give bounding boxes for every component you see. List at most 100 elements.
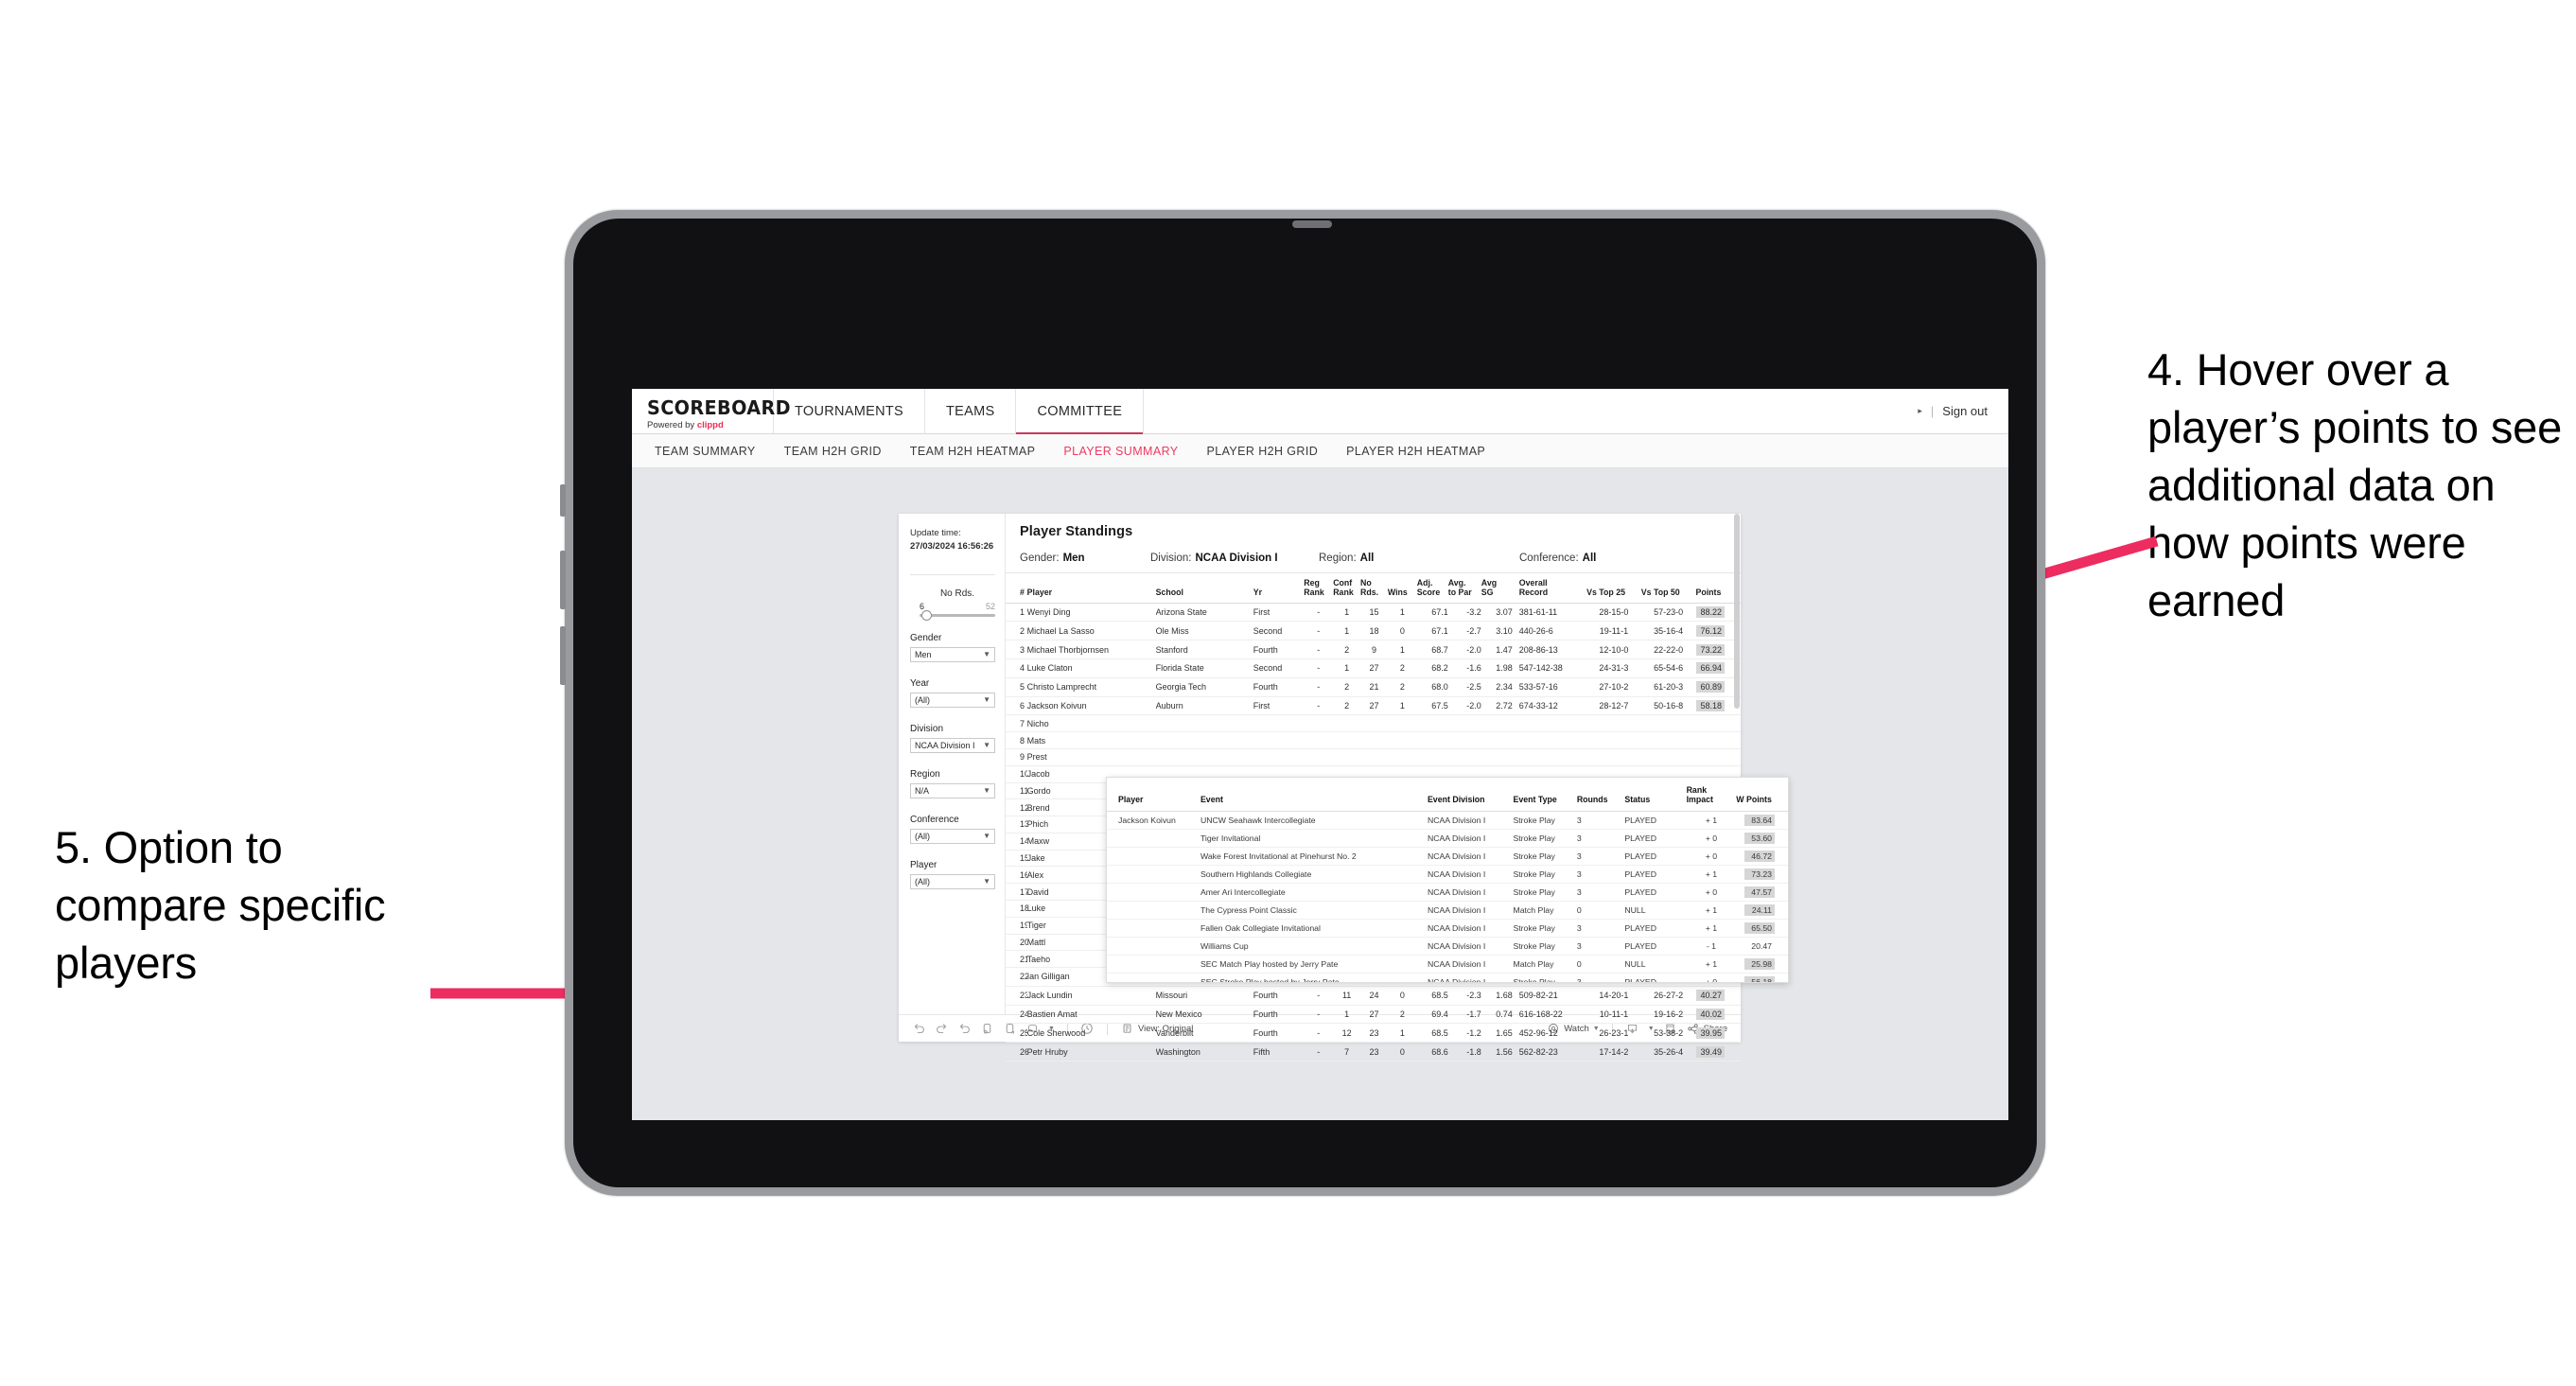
col-vs-top-50[interactable]: Vs Top 50 xyxy=(1640,573,1696,604)
cell-rr xyxy=(1304,748,1334,766)
cell-tooltip-rounds: 0 xyxy=(1576,901,1625,920)
cell-cr: 1 xyxy=(1333,621,1361,641)
cell-atp: -1.8 xyxy=(1447,1042,1481,1061)
cell-num: 23 xyxy=(1006,986,1027,1006)
table-row[interactable]: 6 Jackson Koivun Auburn First -2 27 1 67.5 -2.0 2… xyxy=(1006,696,1741,716)
cell-yr xyxy=(1253,714,1305,733)
table-row[interactable]: 26Petr HrubyWashingtonFifth-723068.6-1.8… xyxy=(1006,1042,1741,1061)
table-row[interactable]: 23Jack LundinMissouriFourth-1124068.5-2.… xyxy=(1006,986,1741,1006)
subnav-item-player-h2h-grid[interactable]: PLAYER H2H GRID xyxy=(1207,445,1319,458)
user-chevron-icon[interactable]: ▸ xyxy=(1918,406,1922,416)
cell-nr xyxy=(1360,731,1388,749)
cell-cr: 12 xyxy=(1333,1023,1361,1044)
cell-yr: Fourth xyxy=(1253,640,1305,660)
cell-tooltip-event: SEC Match Play hosted by Jerry Pate xyxy=(1200,955,1428,974)
col-year[interactable]: Yr xyxy=(1253,573,1305,604)
cell-school: Vanderbilt xyxy=(1155,1023,1253,1044)
cell-t50: 19-16-2 xyxy=(1640,1005,1696,1025)
cell-yr: Fourth xyxy=(1253,986,1305,1006)
col-vs-top-25[interactable]: Vs Top 25 xyxy=(1586,573,1641,604)
col-rec-line2: Record xyxy=(1518,587,1549,597)
col-overall-record[interactable]: Overall Record xyxy=(1512,573,1587,604)
table-vertical-scrollbar[interactable] xyxy=(1734,514,1740,709)
table-row[interactable]: 24Bastien AmatNew MexicoFourth-127269.4-… xyxy=(1006,1005,1741,1025)
cell-rr: - xyxy=(1304,1023,1334,1044)
filter-conference-select[interactable]: (All) ▼ xyxy=(910,828,995,844)
cell-tooltip-w-points: 53.60 xyxy=(1736,829,1788,848)
cell-wins: 2 xyxy=(1387,658,1417,678)
col-rank[interactable]: # xyxy=(1006,573,1027,604)
cell-tooltip-division: NCAA Division I xyxy=(1427,955,1514,974)
cell-school: Stanford xyxy=(1155,640,1253,660)
col-no-rounds[interactable]: No Rds. xyxy=(1360,573,1388,604)
cell-t25: 12-10-0 xyxy=(1586,640,1641,660)
cell-yr xyxy=(1253,731,1305,749)
filter-gender-select[interactable]: Men ▼ xyxy=(910,646,995,662)
table-row[interactable]: 9 Prest xyxy=(1006,748,1741,766)
range-slider-handle[interactable] xyxy=(921,609,932,621)
redo-icon[interactable] xyxy=(935,1022,949,1036)
cell-cr: 2 xyxy=(1333,640,1361,660)
table-row[interactable]: 8 Mats xyxy=(1006,731,1741,749)
device-button-volume-up[interactable] xyxy=(560,551,566,609)
table-row[interactable]: 4 Luke Claton Florida State Second -1 27 2 68.2… xyxy=(1006,658,1741,678)
cell-t25: 24-31-3 xyxy=(1586,658,1641,678)
cell-cr: 1 xyxy=(1333,603,1361,623)
col-wins[interactable]: Wins xyxy=(1387,573,1417,604)
table-row[interactable]: 25Cole SherwoodVanderbiltFourth-1223168.… xyxy=(1006,1023,1741,1044)
cell-atp: -2.0 xyxy=(1447,696,1481,716)
sign-out-link[interactable]: Sign out xyxy=(1942,404,1988,418)
cell-nr xyxy=(1360,748,1388,766)
cell-rec: 509-82-21 xyxy=(1512,986,1587,1006)
slider-max-value: 52 xyxy=(985,601,995,611)
app-logo[interactable]: SCOREBOARD Powered by clippd xyxy=(632,389,791,433)
col-avg-to-par[interactable]: Avg. to Par xyxy=(1447,573,1481,604)
table-row[interactable]: 5 Christo Lamprecht Georgia Tech Fourth -2 21… xyxy=(1006,677,1741,697)
cell-tooltip-rounds: 0 xyxy=(1576,955,1625,974)
cell-tooltip-w-points: 83.64 xyxy=(1736,811,1788,830)
cell-tooltip-division: NCAA Division I xyxy=(1427,901,1514,920)
table-row[interactable]: 7 Nicho xyxy=(1006,714,1741,733)
device-button-power[interactable] xyxy=(560,484,566,517)
cell-t50: 35-16-4 xyxy=(1640,621,1696,641)
filter-division-select[interactable]: NCAA Division I ▼ xyxy=(910,737,995,753)
col-player[interactable]: Player xyxy=(1026,573,1156,604)
device-button-volume-down[interactable] xyxy=(560,626,566,685)
topnav-item-tournaments[interactable]: TOURNAMENTS xyxy=(774,389,926,433)
col-adj-score[interactable]: Adj. Score xyxy=(1416,573,1448,604)
table-row[interactable]: 3 Michael Thorbjornsen Stanford Fourth -2 9 1 6… xyxy=(1006,640,1741,660)
table-row[interactable]: 2 Michael La Sasso Ole Miss Second -1 18 0 67.1… xyxy=(1006,621,1741,641)
table-header: # Player School Yr Reg Rank Conf Rank No… xyxy=(1006,573,1741,604)
cell-tooltip-rank-impact: + 1 xyxy=(1686,865,1737,884)
filter-conference: Conference (All) ▼ xyxy=(910,815,995,844)
revert-icon[interactable] xyxy=(957,1022,972,1036)
cell-sg: 2.34 xyxy=(1481,677,1513,697)
subnav-item-team-h2h-grid[interactable]: TEAM H2H GRID xyxy=(784,445,882,458)
cell-tooltip-player xyxy=(1107,883,1200,902)
range-slider-track[interactable] xyxy=(920,609,995,621)
topnav-item-committee[interactable]: COMMITTEE xyxy=(1016,389,1145,434)
cell-t50: 50-16-8 xyxy=(1640,696,1696,716)
refresh-icon[interactable] xyxy=(980,1022,994,1036)
cell-rr xyxy=(1304,731,1334,749)
col-avg-sg[interactable]: Avg SG xyxy=(1481,573,1513,604)
subnav-item-team-h2h-heatmap[interactable]: TEAM H2H HEATMAP xyxy=(910,445,1036,458)
col-conf-rank[interactable]: Conf Rank xyxy=(1333,573,1361,604)
col-reg-rank[interactable]: Reg Rank xyxy=(1304,573,1334,604)
col-school[interactable]: School xyxy=(1155,573,1253,604)
topnav-item-teams[interactable]: TEAMS xyxy=(925,389,1017,433)
table-row[interactable]: 1 Wenyi Ding Arizona State First -1 15 1 67.1 -3… xyxy=(1006,603,1741,623)
summary-conference-label: Conference: xyxy=(1519,553,1579,564)
cell-school: Missouri xyxy=(1155,986,1253,1006)
undo-icon[interactable] xyxy=(912,1022,926,1036)
cell-school: Ole Miss xyxy=(1155,621,1253,641)
subnav-item-player-summary[interactable]: PLAYER SUMMARY xyxy=(1063,445,1178,458)
filter-player-select[interactable]: (All) ▼ xyxy=(910,873,995,889)
cell-wins: 0 xyxy=(1387,986,1417,1006)
cell-adj: 67.1 xyxy=(1416,603,1448,623)
filter-year-select[interactable]: (All) ▼ xyxy=(910,692,995,708)
subnav-item-team-summary[interactable]: TEAM SUMMARY xyxy=(655,445,756,458)
subnav-item-player-h2h-heatmap[interactable]: PLAYER H2H HEATMAP xyxy=(1346,445,1485,458)
filter-region-select[interactable]: N/A ▼ xyxy=(910,782,995,798)
cell-tooltip-type: Stroke Play xyxy=(1513,919,1577,938)
